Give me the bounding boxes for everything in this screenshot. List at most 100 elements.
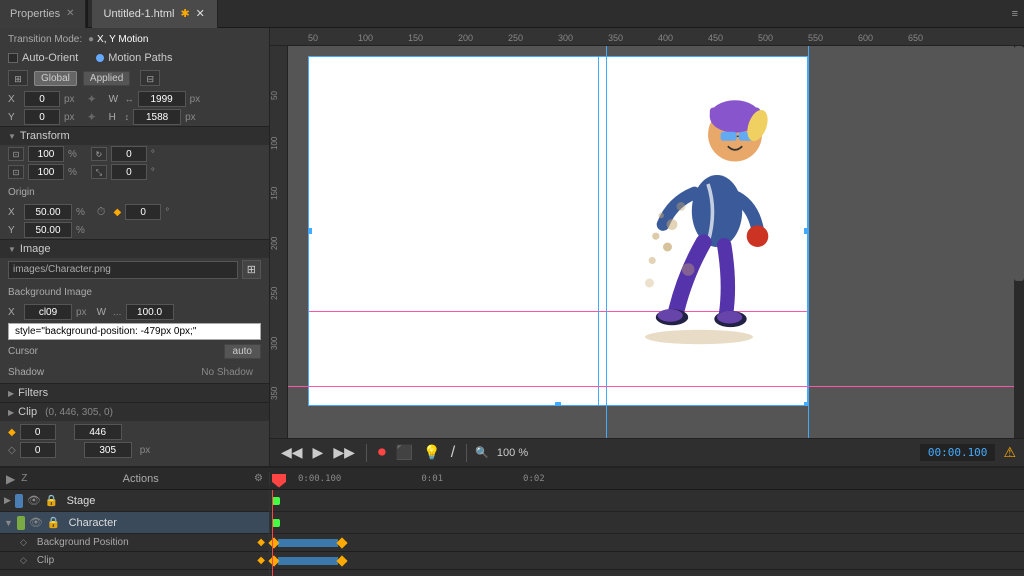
scale-x-unit: % <box>68 149 77 160</box>
skew-unit: ° <box>151 167 155 178</box>
slash-button[interactable]: / <box>448 444 458 462</box>
properties-panel: Transition Mode: ● X, Y Motion Auto-Orie… <box>0 28 270 466</box>
stage-keyframe1[interactable] <box>272 497 280 505</box>
timeline-settings-icon[interactable]: ⚙ <box>254 473 263 484</box>
bg-pos-diamond-icon[interactable]: ◆ <box>257 537 265 548</box>
timeline-collapse-icon[interactable]: ▶ <box>6 472 15 486</box>
timecode-2: 0:02 <box>523 474 545 484</box>
ruler-mark: 250 <box>508 33 558 43</box>
transform-section-header[interactable]: ▼ Transform <box>0 126 269 145</box>
skew-input[interactable] <box>111 164 147 180</box>
h-input[interactable] <box>133 109 181 125</box>
scale-x-input[interactable] <box>28 146 64 162</box>
transform-triangle-icon: ▼ <box>8 132 16 141</box>
filters-label: Filters <box>18 387 48 399</box>
handle-bottom-mid[interactable] <box>555 402 561 406</box>
layer-expand-icon[interactable]: ▶ <box>4 495 11 506</box>
clip-track[interactable] <box>270 552 1024 570</box>
stage-track-row[interactable] <box>270 490 1024 512</box>
properties-close-icon[interactable]: ✕ <box>66 8 74 19</box>
motion-paths-radio[interactable] <box>96 54 104 62</box>
rotate-input[interactable] <box>111 146 147 162</box>
auto-button[interactable]: auto <box>224 344 261 359</box>
stage-area: 50 100 150 200 250 300 350 <box>270 46 1024 438</box>
v-scrollbar[interactable] <box>1014 46 1024 438</box>
global-button[interactable]: Global <box>34 71 77 86</box>
origin-x-input[interactable] <box>24 204 72 220</box>
doc-tab-close-icon[interactable]: ✕ <box>196 7 205 20</box>
ruler-left-mark: 300 <box>270 300 287 350</box>
clip-section-header[interactable]: ▶ Clip (0, 446, 305, 0) <box>0 402 269 421</box>
character-keyframe1[interactable] <box>272 519 280 527</box>
origin-diamond-input[interactable] <box>125 204 161 220</box>
transition-mode-value: X, Y Motion <box>97 34 148 45</box>
image-browse-icon[interactable]: ⊞ <box>242 260 261 279</box>
ruler-left: 50 100 150 200 250 300 350 <box>270 46 288 438</box>
clip-label: Clip <box>18 406 37 418</box>
image-triangle-icon: ▼ <box>8 245 16 254</box>
origin-y-label: Y <box>8 225 20 236</box>
camera-button[interactable]: ⬛ <box>393 444 416 461</box>
character-expand-icon[interactable]: ▼ <box>4 518 13 528</box>
timeline-z-icon: Z <box>21 473 27 484</box>
clip-field3-input[interactable] <box>20 442 56 458</box>
timeline-content[interactable] <box>270 490 1024 576</box>
stage-layer-color <box>15 494 23 508</box>
clip-sublayer[interactable]: ◇ Clip ◆ <box>0 552 269 570</box>
ruler-left-mark: 350 <box>270 350 287 400</box>
bg-image-label: Background Image <box>8 287 92 298</box>
x-w-row: X px ✦ W ↔ px <box>0 90 269 108</box>
x-unit: px <box>64 94 75 105</box>
character-track-row[interactable] <box>270 512 1024 534</box>
image-path-input[interactable] <box>8 261 238 279</box>
v-scrollbar-thumb[interactable] <box>1014 46 1024 281</box>
scale-y-input[interactable] <box>28 164 64 180</box>
record-button[interactable]: ⏺ <box>375 444 389 462</box>
character-layer-row[interactable]: ▼ 👁 🔒 Character <box>0 512 269 534</box>
bg-w-input[interactable] <box>126 304 174 320</box>
w-label: W <box>109 94 121 105</box>
bg-x-input[interactable] <box>24 304 72 320</box>
bg-position-sublayer[interactable]: ◇ Background Position ◆ <box>0 534 269 552</box>
applied-button[interactable]: Applied <box>83 71 130 86</box>
stage-viewport[interactable] <box>288 46 1024 438</box>
properties-panel-tab[interactable]: Properties ✕ <box>0 0 86 28</box>
x-input[interactable] <box>24 91 60 107</box>
stage-layer-row[interactable]: ▶ 👁 🔒 Stage <box>0 490 269 512</box>
bg-pos-keyframe2[interactable] <box>336 537 347 548</box>
stage-canvas[interactable] <box>308 56 808 406</box>
origin-y-input[interactable] <box>24 222 72 238</box>
auto-orient-label: Auto-Orient <box>22 52 78 64</box>
panel-menu-button[interactable]: ≡ <box>1006 6 1024 22</box>
cursor-row: Cursor auto <box>0 342 269 361</box>
transport-forward-button[interactable]: ▶▶ <box>330 444 358 461</box>
y-input[interactable] <box>24 109 60 125</box>
playhead-marker[interactable] <box>272 474 286 488</box>
shadow-label: Shadow <box>8 367 88 378</box>
origin-x-label: X <box>8 207 20 218</box>
global-applied-row: ⊞ Global Applied ⊟ <box>0 66 269 90</box>
clip-keyframe2[interactable] <box>336 555 347 566</box>
clip-fields-row: ◆ <box>0 421 269 441</box>
clip-diamond-icon2[interactable]: ◆ <box>257 555 265 566</box>
filters-section-header[interactable]: ▶ Filters <box>0 383 269 402</box>
character-eye-icon[interactable]: 👁 <box>29 516 43 529</box>
clip-field1-input[interactable] <box>20 424 56 440</box>
sublayer-icon2: ◇ <box>20 555 27 566</box>
clip-field4-input[interactable] <box>84 442 132 458</box>
auto-orient-checkbox[interactable] <box>8 53 18 63</box>
w-input[interactable] <box>138 91 186 107</box>
bg-position-track[interactable] <box>270 534 1024 552</box>
stage-lock-icon[interactable]: 🔒 <box>45 494 59 507</box>
clip-field2-input[interactable] <box>74 424 122 440</box>
transport-back-button[interactable]: ◀◀ <box>278 444 306 461</box>
document-tab[interactable]: Untitled-1.html ✱ ✕ <box>92 0 218 28</box>
origin-diamond-unit: ° <box>165 207 169 218</box>
transport-play-button[interactable]: ▶ <box>310 444 327 461</box>
ruler-mark: 200 <box>458 33 508 43</box>
handle-left-mid[interactable] <box>308 228 312 234</box>
character-lock-icon[interactable]: 🔒 <box>47 516 61 529</box>
lightbulb-button[interactable]: 💡 <box>420 444 443 461</box>
image-section-header[interactable]: ▼ Image <box>0 239 269 258</box>
stage-eye-icon[interactable]: 👁 <box>27 494 41 507</box>
